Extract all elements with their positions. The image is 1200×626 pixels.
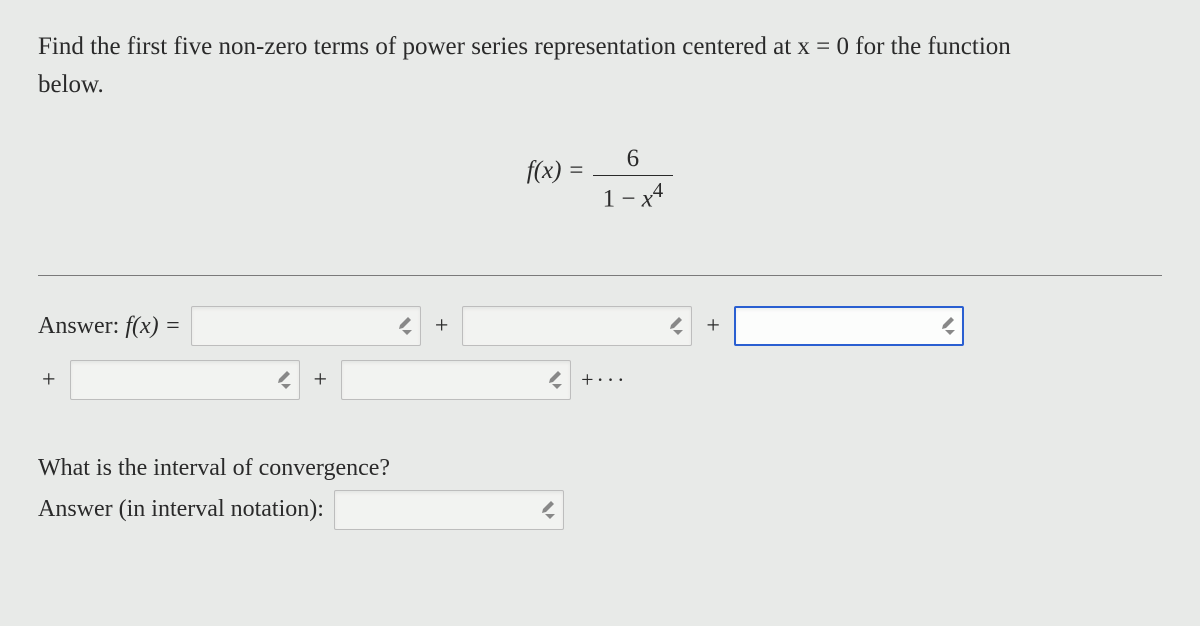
prompt-line-2: below. xyxy=(38,71,104,98)
ioc-answer-row: Answer (in interval notation): xyxy=(38,489,1162,530)
term-2-wrap xyxy=(462,306,692,346)
answer-label: Answer: f(x) = xyxy=(38,313,181,340)
plus-4: + xyxy=(310,367,332,394)
term-5-input[interactable] xyxy=(341,360,571,400)
term-4-input[interactable] xyxy=(70,360,300,400)
equation-fraction: 6 1 − x4 xyxy=(593,145,674,213)
plus-ellipsis: +··· xyxy=(581,367,627,393)
equation-editor-icon[interactable] xyxy=(549,371,565,389)
ioc-input-wrap xyxy=(334,490,564,530)
equation-editor-icon[interactable] xyxy=(670,317,686,335)
equation-editor-icon[interactable] xyxy=(542,501,558,519)
ioc-question: What is the interval of convergence? xyxy=(38,448,1162,489)
equation-editor-icon[interactable] xyxy=(942,317,958,335)
ioc-input[interactable] xyxy=(334,490,564,530)
equation-editor-icon[interactable] xyxy=(399,317,415,335)
term-3-input[interactable] xyxy=(734,306,964,346)
answer-row-2: + + +··· xyxy=(38,360,1162,400)
term-5-wrap xyxy=(341,360,571,400)
prompt-line-1: Find the first five non-zero terms of po… xyxy=(38,33,1011,60)
equation-denominator: 1 − x4 xyxy=(593,175,674,213)
plus-1: + xyxy=(431,313,453,340)
term-1-wrap xyxy=(191,306,421,346)
plus-2: + xyxy=(702,313,724,340)
term-2-input[interactable] xyxy=(462,306,692,346)
term-3-wrap xyxy=(734,306,964,346)
equation: f(x) = 6 1 − x4 xyxy=(38,145,1162,213)
divider xyxy=(38,275,1162,276)
plus-3: + xyxy=(38,367,60,394)
equation-editor-icon[interactable] xyxy=(278,371,294,389)
ioc-label: Answer (in interval notation): xyxy=(38,489,324,530)
ioc-block: What is the interval of convergence? Ans… xyxy=(38,448,1162,530)
equation-lhs: f(x) = xyxy=(527,145,593,213)
term-4-wrap xyxy=(70,360,300,400)
equation-numerator: 6 xyxy=(617,145,650,175)
answer-area: Answer: f(x) = + + + xyxy=(38,306,1162,530)
answer-row-1: Answer: f(x) = + + xyxy=(38,306,1162,346)
term-1-input[interactable] xyxy=(191,306,421,346)
question-prompt: Find the first five non-zero terms of po… xyxy=(38,28,1162,103)
